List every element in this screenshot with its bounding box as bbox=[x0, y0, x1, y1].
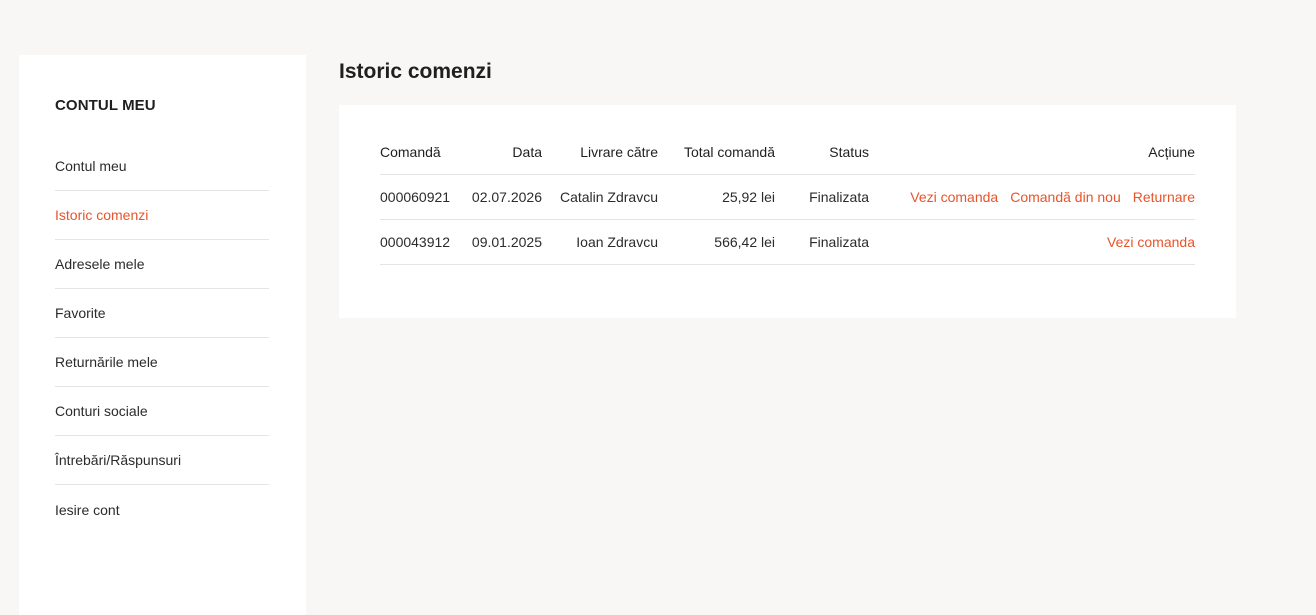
orders-panel: Comandă Data Livrare către Total comandă… bbox=[339, 105, 1236, 318]
order-date: 02.07.2026 bbox=[466, 174, 542, 220]
header-date: Data bbox=[466, 130, 542, 175]
sidebar-item-social-accounts[interactable]: Conturi sociale bbox=[55, 387, 269, 436]
order-ship-to: Ioan Zdravcu bbox=[542, 219, 658, 265]
table-row: 000060921 02.07.2026 Catalin Zdravcu 25,… bbox=[380, 174, 1195, 220]
view-order-link[interactable]: Vezi comanda bbox=[910, 189, 998, 205]
order-actions: Vezi comanda bbox=[869, 219, 1195, 265]
header-order: Comandă bbox=[380, 130, 466, 175]
order-number: 000043912 bbox=[380, 219, 466, 265]
order-date: 09.01.2025 bbox=[466, 219, 542, 265]
sidebar-nav: Contul meu Istoric comenzi Adresele mele… bbox=[55, 142, 269, 534]
sidebar-item-logout[interactable]: Iesire cont bbox=[55, 485, 269, 534]
view-order-link[interactable]: Vezi comanda bbox=[1107, 234, 1195, 250]
sidebar-item-questions-answers[interactable]: Întrebări/Răspunsuri bbox=[55, 436, 269, 485]
header-ship-to: Livrare către bbox=[542, 130, 658, 175]
order-total: 25,92 lei bbox=[658, 174, 775, 220]
header-status: Status bbox=[775, 130, 869, 175]
order-status: Finalizata bbox=[775, 219, 869, 265]
return-link[interactable]: Returnare bbox=[1133, 189, 1195, 205]
sidebar-item-favorites[interactable]: Favorite bbox=[55, 289, 269, 338]
table-header-row: Comandă Data Livrare către Total comandă… bbox=[380, 130, 1195, 175]
sidebar-item-returns[interactable]: Returnările mele bbox=[55, 338, 269, 387]
reorder-link[interactable]: Comandă din nou bbox=[1010, 189, 1121, 205]
order-total: 566,42 lei bbox=[658, 219, 775, 265]
order-status: Finalizata bbox=[775, 174, 869, 220]
sidebar-title: CONTUL MEU bbox=[55, 97, 156, 114]
orders-table: Comandă Data Livrare către Total comandă… bbox=[380, 130, 1195, 265]
page-title: Istoric comenzi bbox=[339, 60, 492, 83]
order-ship-to: Catalin Zdravcu bbox=[542, 174, 658, 220]
account-sidebar: CONTUL MEU Contul meu Istoric comenzi Ad… bbox=[19, 55, 306, 615]
sidebar-item-order-history[interactable]: Istoric comenzi bbox=[55, 191, 269, 240]
order-number: 000060921 bbox=[380, 174, 466, 220]
table-row: 000043912 09.01.2025 Ioan Zdravcu 566,42… bbox=[380, 219, 1195, 265]
header-action: Acțiune bbox=[869, 130, 1195, 175]
sidebar-item-account[interactable]: Contul meu bbox=[55, 142, 269, 191]
sidebar-item-addresses[interactable]: Adresele mele bbox=[55, 240, 269, 289]
order-actions: Vezi comanda Comandă din nou Returnare bbox=[869, 174, 1195, 220]
header-total: Total comandă bbox=[658, 130, 775, 175]
